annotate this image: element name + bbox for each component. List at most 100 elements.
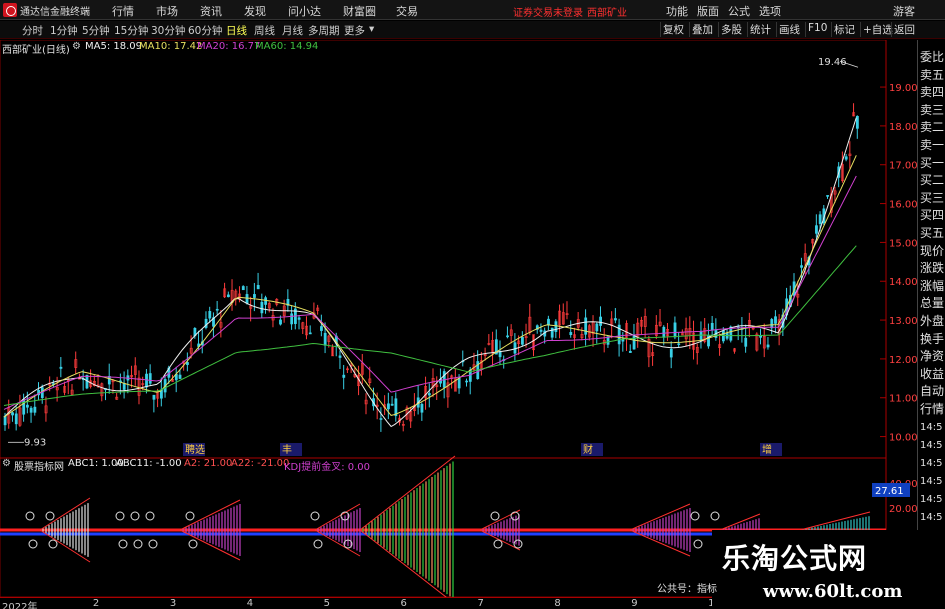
side-item[interactable]: 现价 <box>920 242 945 259</box>
menu-ask[interactable]: 问小达 <box>288 3 321 19</box>
price-tick-label: 17.00 <box>889 161 917 172</box>
signal-circle <box>693 539 703 549</box>
stats-button[interactable]: 统计 <box>747 22 773 37</box>
candle-body <box>394 398 398 417</box>
period-weekly[interactable]: 周线 <box>254 23 275 38</box>
moving-average-lines: 19.46 9.93 聘选 丰 财 增 <box>3 57 859 456</box>
adjust-button[interactable]: 复权 <box>660 22 686 37</box>
menu-quotes[interactable]: 行情 <box>112 3 134 19</box>
period-5min[interactable]: 5分钟 <box>82 23 110 38</box>
period-more[interactable]: 更多 <box>344 23 365 38</box>
kdj-value: KDJ提前金叉: 0.00 <box>284 462 371 473</box>
quote-side-panel: 委比 卖五 卖四 卖三 卖二 卖一 买一 买二 买三 买四 买五 现价 涨跌 涨幅 总量 外盘 换手 净资 收益 自动… <box>917 40 945 609</box>
period-60min[interactable]: 60分钟 <box>188 23 222 38</box>
f10-button[interactable]: F10 <box>805 22 829 37</box>
side-item[interactable]: 总量 <box>920 294 945 311</box>
side-item[interactable]: 换手 <box>920 330 945 347</box>
kline-chart[interactable]: 19.469.93聘选丰财增 40.0020.0027.61 19.0018.0… <box>0 40 917 597</box>
candle-body <box>260 301 264 314</box>
multi-stock-button[interactable]: 多股 <box>718 22 744 37</box>
menu-news[interactable]: 资讯 <box>200 3 222 19</box>
candle-body <box>770 319 774 329</box>
side-item[interactable]: 委比 <box>920 48 945 65</box>
side-item[interactable]: 卖三 <box>920 101 945 118</box>
candle-body <box>215 308 219 311</box>
candle-body <box>253 294 256 298</box>
candle-body <box>550 327 554 338</box>
menu-discover[interactable]: 发现 <box>244 3 266 19</box>
period-1min[interactable]: 1分钟 <box>50 23 78 38</box>
gear-icon[interactable]: ⚙ <box>2 458 11 469</box>
period-toolbar: 分时 1分钟 5分钟 15分钟 30分钟 60分钟 日线 周线 月线 多周期 更… <box>0 21 945 39</box>
side-item[interactable]: 卖五 <box>920 66 945 83</box>
mark-button[interactable]: 标记 <box>831 22 857 37</box>
candle-body <box>338 355 342 358</box>
side-item[interactable]: 卖二 <box>920 118 945 135</box>
side-item[interactable]: 买二 <box>920 171 945 188</box>
overlay-button[interactable]: 叠加 <box>689 22 715 37</box>
menu-layout[interactable]: 版面 <box>697 3 719 19</box>
side-item[interactable]: 外盘 <box>920 312 945 329</box>
side-item[interactable]: 涨跌 <box>920 259 945 276</box>
candle-body <box>33 406 37 413</box>
menu-wealth[interactable]: 财富圈 <box>343 3 376 19</box>
side-item[interactable]: 卖一 <box>920 136 945 153</box>
side-item[interactable]: 行情 <box>920 400 945 417</box>
add-watchlist-button[interactable]: +自选 <box>860 22 895 37</box>
signal-circle <box>145 511 155 521</box>
signal-circle <box>185 511 195 521</box>
period-tick[interactable]: 分时 <box>22 23 43 38</box>
period-15min[interactable]: 15分钟 <box>114 23 148 38</box>
menu-formula[interactable]: 公式 <box>728 3 750 19</box>
candle-body <box>290 313 294 325</box>
indicator-fan-edge <box>314 503 361 531</box>
candle-body <box>29 407 33 413</box>
current-sub-value: 27.61 <box>875 486 904 497</box>
back-button[interactable]: 返回 <box>891 22 917 37</box>
signal-circle <box>45 511 55 521</box>
signal-circle <box>130 511 140 521</box>
side-item[interactable]: 自动 <box>920 382 945 399</box>
signal-circle <box>115 511 125 521</box>
chevron-down-icon[interactable]: ▾ <box>369 23 374 35</box>
candle-body <box>264 297 268 305</box>
menu-options[interactable]: 选项 <box>759 3 781 19</box>
candle-body <box>148 373 152 384</box>
candle-body <box>521 336 524 345</box>
candle-body <box>539 329 543 332</box>
signal-circle <box>133 539 143 549</box>
side-item[interactable]: 净资 <box>920 347 945 364</box>
side-item[interactable]: 买三 <box>920 189 945 206</box>
candle-body <box>766 344 770 348</box>
menu-market[interactable]: 市场 <box>156 3 178 19</box>
candle-body <box>584 317 588 335</box>
period-daily[interactable]: 日线 <box>226 23 247 38</box>
side-time: 14:5 <box>920 458 943 469</box>
side-item[interactable]: 收益 <box>920 365 945 382</box>
candle-body <box>427 393 431 396</box>
guest-button[interactable]: 游客 <box>893 3 915 19</box>
signal-circle <box>490 511 500 521</box>
candle-body <box>599 316 602 326</box>
candle-body <box>595 323 599 332</box>
menu-function[interactable]: 功能 <box>666 3 688 19</box>
side-time: 14:5 <box>920 476 943 487</box>
side-item[interactable]: 涨幅 <box>920 277 945 294</box>
period-monthly[interactable]: 月线 <box>282 23 303 38</box>
x-tick-label: 2 <box>92 598 100 609</box>
side-item[interactable]: 买四 <box>920 206 945 223</box>
gear-icon[interactable]: ⚙ <box>72 41 81 52</box>
side-item[interactable]: 买五 <box>920 224 945 241</box>
menu-trade[interactable]: 交易 <box>396 3 418 19</box>
period-multi[interactable]: 多周期 <box>308 23 340 38</box>
side-item[interactable]: 买一 <box>920 154 945 171</box>
login-status[interactable]: 证券交易未登录 <box>513 4 583 19</box>
candle-body <box>420 403 424 413</box>
candle-body <box>673 322 677 338</box>
sub-tick-label: 20.00 <box>889 504 917 515</box>
side-item[interactable]: 卖四 <box>920 83 945 100</box>
draw-line-button[interactable]: 画线 <box>776 22 802 37</box>
indicator-name[interactable]: 股票指标网 <box>14 458 64 473</box>
period-30min[interactable]: 30分钟 <box>151 23 185 38</box>
candle-body <box>662 326 666 338</box>
